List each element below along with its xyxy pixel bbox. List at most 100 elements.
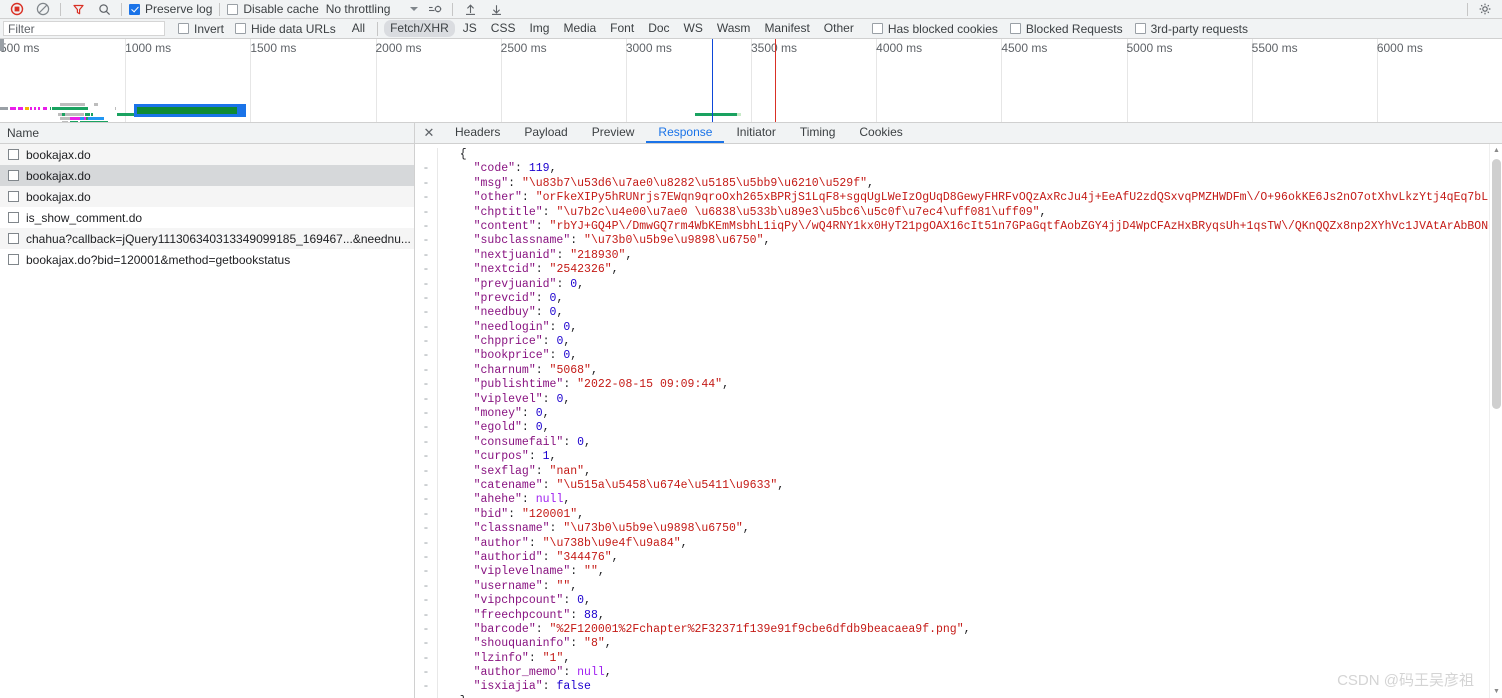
json-fold-toggle[interactable]: - <box>415 306 437 320</box>
overview-left-handle[interactable] <box>0 39 4 51</box>
network-overview-timeline[interactable]: 500 ms 1000 ms 1500 ms 2000 ms 2500 ms 3000 m… <box>0 39 1502 123</box>
type-filter-manifest[interactable]: Manifest <box>758 20 815 37</box>
gear-icon[interactable] <box>1472 0 1498 18</box>
request-list[interactable]: bookajax.do bookajax.do bookajax.do is_show… <box>0 144 414 698</box>
json-fold-toggle[interactable]: - <box>415 292 437 306</box>
overview-request-bar <box>62 121 68 122</box>
tab-cookies[interactable]: Cookies <box>847 123 914 143</box>
json-fold-toggle[interactable]: - <box>415 637 437 651</box>
json-fold-toggle[interactable]: - <box>415 465 437 479</box>
json-fold-toggle[interactable]: - <box>415 321 437 335</box>
json-fold-toggle[interactable]: - <box>415 263 437 277</box>
network-settings-icon[interactable] <box>422 0 448 18</box>
search-input[interactable] <box>3 21 165 36</box>
type-filter-all[interactable]: All <box>346 20 371 37</box>
json-line: - "subclassname": "\u73b0\u5b9e\u9898\u6… <box>415 234 1502 249</box>
response-body[interactable]: {- "code": 119, - "msg": "\u83b7\u53d6\u7… <box>415 144 1502 698</box>
tab-response[interactable]: Response <box>646 123 725 143</box>
json-fold-toggle[interactable]: - <box>415 450 437 464</box>
tab-timing[interactable]: Timing <box>788 123 848 143</box>
json-fold-toggle[interactable]: - <box>415 436 437 450</box>
request-row[interactable]: bookajax.do <box>0 165 414 186</box>
json-fold-toggle[interactable]: - <box>415 421 437 435</box>
json-fold-toggle[interactable]: - <box>415 249 437 263</box>
json-fold-toggle[interactable]: - <box>415 609 437 623</box>
preserve-log-label: Preserve log <box>145 2 213 16</box>
json-fold-toggle[interactable]: - <box>415 522 437 536</box>
scroll-up-icon[interactable]: ▲ <box>1490 144 1502 157</box>
request-row[interactable]: chahua?callback=jQuery111306340313349099… <box>0 228 414 249</box>
json-fold-toggle[interactable]: - <box>415 206 437 220</box>
type-filter-css[interactable]: CSS <box>485 20 522 37</box>
search-icon[interactable] <box>91 0 117 18</box>
type-filter-wasm[interactable]: Wasm <box>711 20 757 37</box>
clear-icon[interactable] <box>30 0 56 18</box>
json-fold-toggle[interactable]: - <box>415 594 437 608</box>
type-filter-font[interactable]: Font <box>604 20 640 37</box>
invert-checkbox[interactable]: Invert <box>175 23 227 35</box>
json-fold-toggle[interactable]: - <box>415 278 437 292</box>
record-stop-icon[interactable] <box>4 0 30 18</box>
request-row[interactable]: bookajax.do <box>0 186 414 207</box>
request-row[interactable]: bookajax.do?bid=120001&method=getbooksta… <box>0 249 414 270</box>
type-filter-other[interactable]: Other <box>818 20 860 37</box>
json-fold-toggle[interactable]: - <box>415 364 437 378</box>
network-toolbar: Preserve log Disable cache No throttling <box>0 0 1502 19</box>
type-filter-doc[interactable]: Doc <box>642 20 675 37</box>
scroll-down-icon[interactable]: ▼ <box>1490 685 1502 698</box>
json-fold-toggle[interactable]: - <box>415 220 437 234</box>
json-line: - "charnum": "5068", <box>415 363 1502 379</box>
json-fold-toggle[interactable]: - <box>415 234 437 248</box>
json-fold-toggle[interactable]: - <box>415 162 437 176</box>
json-line: - "other": "orFkeXIPy5hRUNrjs7EWqn9qroOx… <box>415 191 1502 206</box>
third-party-requests-checkbox[interactable]: 3rd-party requests <box>1132 23 1251 35</box>
request-name: bookajax.do <box>26 189 91 204</box>
json-fold-toggle[interactable]: - <box>415 378 437 392</box>
json-fold-toggle[interactable]: - <box>415 177 437 191</box>
request-row[interactable]: is_show_comment.do <box>0 207 414 228</box>
import-har-icon[interactable] <box>457 0 483 18</box>
response-scrollbar[interactable]: ▲ ▼ <box>1489 144 1502 698</box>
close-icon[interactable]: ✕ <box>415 123 443 143</box>
request-list-header[interactable]: Name <box>0 123 414 144</box>
json-fold-toggle[interactable]: - <box>415 680 437 694</box>
json-fold-toggle[interactable]: - <box>415 565 437 579</box>
json-fold-toggle[interactable]: - <box>415 335 437 349</box>
json-fold-toggle[interactable]: - <box>415 580 437 594</box>
blocked-requests-checkbox[interactable]: Blocked Requests <box>1007 23 1126 35</box>
json-line: - "money": 0, <box>415 407 1502 422</box>
tab-initiator[interactable]: Initiator <box>724 123 787 143</box>
type-filter-js[interactable]: JS <box>457 20 483 37</box>
tab-preview[interactable]: Preview <box>580 123 647 143</box>
json-fold-toggle[interactable]: - <box>415 479 437 493</box>
tab-headers[interactable]: Headers <box>443 123 512 143</box>
tab-payload[interactable]: Payload <box>512 123 579 143</box>
type-filter-media[interactable]: Media <box>557 20 602 37</box>
json-fold-toggle[interactable]: - <box>415 537 437 551</box>
json-fold-toggle[interactable]: - <box>415 493 437 507</box>
json-fold-toggle[interactable]: - <box>415 666 437 680</box>
throttling-select[interactable]: No throttling <box>322 3 423 15</box>
preserve-log-checkbox[interactable]: Preserve log <box>126 3 215 15</box>
json-fold-toggle[interactable]: - <box>415 407 437 421</box>
type-filter-ws[interactable]: WS <box>678 20 709 37</box>
filter-funnel-icon[interactable] <box>65 0 91 18</box>
has-blocked-cookies-checkbox[interactable]: Has blocked cookies <box>869 23 1001 35</box>
overview-request-bar <box>10 107 16 110</box>
request-row[interactable]: bookajax.do <box>0 144 414 165</box>
type-filter-fetch-xhr[interactable]: Fetch/XHR <box>384 20 455 37</box>
disable-cache-checkbox[interactable]: Disable cache <box>224 3 321 15</box>
json-fold-toggle[interactable]: - <box>415 508 437 522</box>
json-fold-toggle[interactable]: - <box>415 393 437 407</box>
invert-box <box>178 23 189 34</box>
json-fold-toggle[interactable]: - <box>415 191 437 205</box>
json-fold-toggle[interactable]: - <box>415 623 437 637</box>
json-line-text: "username": "", <box>473 579 578 593</box>
scrollbar-thumb[interactable] <box>1492 159 1501 409</box>
hide-data-urls-checkbox[interactable]: Hide data URLs <box>232 23 339 35</box>
json-fold-toggle[interactable]: - <box>415 551 437 565</box>
json-fold-toggle[interactable]: - <box>415 349 437 363</box>
export-har-icon[interactable] <box>483 0 509 18</box>
type-filter-img[interactable]: Img <box>523 20 555 37</box>
json-fold-toggle[interactable]: - <box>415 652 437 666</box>
